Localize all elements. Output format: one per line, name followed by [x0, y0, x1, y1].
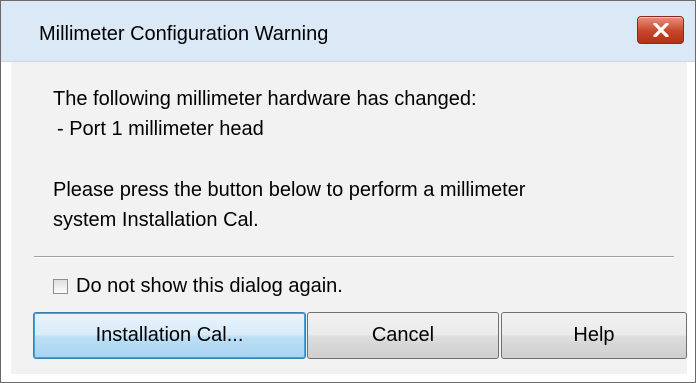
close-button[interactable]: [637, 16, 684, 44]
message-line-4: system Installation Cal.: [53, 209, 259, 231]
help-button[interactable]: Help: [501, 312, 687, 359]
message-line-2: - Port 1 millimeter head: [57, 118, 264, 140]
message-line-1: The following millimeter hardware has ch…: [53, 88, 477, 110]
warning-dialog: Millimeter Configuration Warning The fol…: [0, 0, 696, 383]
installation-cal-button[interactable]: Installation Cal...: [33, 312, 306, 359]
title-bar[interactable]: Millimeter Configuration Warning: [1, 1, 695, 62]
dont-show-again-row[interactable]: Do not show this dialog again.: [53, 274, 343, 298]
cancel-button[interactable]: Cancel: [307, 312, 499, 359]
dialog-title: Millimeter Configuration Warning: [39, 23, 329, 45]
close-x-icon: [652, 23, 669, 37]
dialog-body: The following millimeter hardware has ch…: [11, 62, 687, 374]
dont-show-again-label[interactable]: Do not show this dialog again.: [76, 275, 343, 298]
message-line-3: Please press the button below to perform…: [53, 179, 526, 201]
separator: [34, 256, 674, 258]
dont-show-again-checkbox[interactable]: [53, 278, 68, 294]
